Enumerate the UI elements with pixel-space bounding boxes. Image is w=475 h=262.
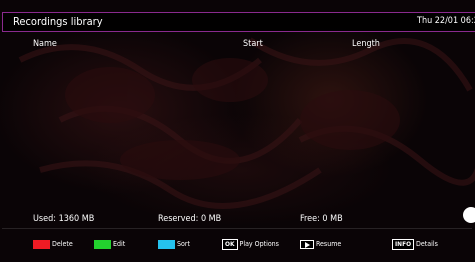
ok-key-icon: OK <box>222 238 238 250</box>
column-header-name[interactable]: Name <box>33 39 57 49</box>
green-key-icon <box>94 239 111 249</box>
details-label: Details <box>416 240 438 248</box>
recordings-library-screen: Recordings library Thu 22/01 06:20 Name … <box>0 0 475 262</box>
red-key-icon <box>33 239 50 249</box>
storage-used: Used: 1360 MB <box>33 214 95 224</box>
storage-free: Free: 0 MB <box>300 214 343 224</box>
resume-label: Resume <box>316 240 342 248</box>
clock: Thu 22/01 06:20 <box>417 16 475 26</box>
blue-key-icon <box>158 239 175 249</box>
edit-label: Edit <box>113 240 126 248</box>
delete-label: Delete <box>52 240 73 248</box>
footer-divider <box>2 228 472 229</box>
page-title: Recordings library <box>13 15 103 28</box>
delete-button[interactable]: Delete <box>33 238 73 250</box>
title-bar: Recordings library Thu 22/01 06:20 <box>2 12 475 32</box>
resume-button[interactable]: Resume <box>300 238 341 250</box>
play-options-label: Play Options <box>239 240 279 248</box>
sort-button[interactable]: Sort <box>158 238 190 250</box>
recordings-list[interactable] <box>2 52 472 202</box>
play-icon <box>300 239 314 249</box>
sort-label: Sort <box>177 240 190 248</box>
play-options-button[interactable]: OK Play Options <box>222 238 279 250</box>
edit-button[interactable]: Edit <box>94 238 125 250</box>
column-header-length[interactable]: Length <box>352 39 380 49</box>
storage-reserved: Reserved: 0 MB <box>158 214 222 224</box>
scroll-indicator[interactable] <box>463 207 475 223</box>
column-header-start[interactable]: Start <box>243 39 263 49</box>
details-button[interactable]: INFO Details <box>392 238 438 250</box>
info-key-icon: INFO <box>392 238 415 250</box>
